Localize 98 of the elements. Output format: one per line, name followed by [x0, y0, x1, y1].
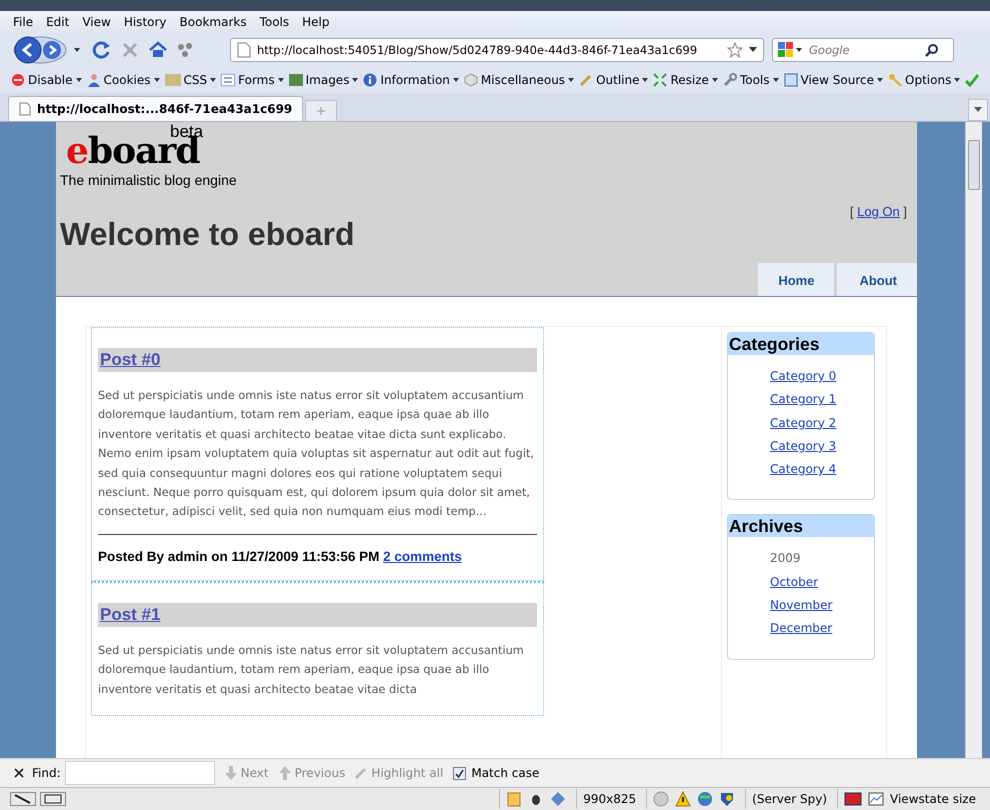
address-bar[interactable]: http://localhost:54051/Blog/Show/5d024789-940e-44d3-846f-71ea43a1c699: [230, 38, 764, 62]
checkbox[interactable]: [453, 766, 466, 780]
menu-item[interactable]: Edit: [46, 15, 70, 29]
sidebar-link[interactable]: December: [770, 621, 832, 636]
key-icon: [888, 73, 902, 87]
line-icon: [14, 794, 32, 804]
sidebar-link[interactable]: Category 2: [770, 416, 836, 430]
home-icon[interactable]: [148, 40, 168, 60]
sidebar-link[interactable]: Category 1: [770, 392, 836, 406]
down-arrow-icon: [224, 766, 237, 780]
search-icon[interactable]: [925, 43, 939, 57]
sidebar-link[interactable]: Category 3: [770, 438, 836, 453]
toolbar-menu-button[interactable]: Outline: [579, 73, 648, 87]
widget-title: Archives: [728, 515, 874, 538]
sidebar-link[interactable]: October: [770, 574, 818, 589]
sidebar-link[interactable]: Category 4: [770, 462, 836, 476]
caret-icon: [76, 78, 82, 82]
caret-icon: [772, 78, 778, 82]
chart-icon[interactable]: [868, 792, 884, 806]
star-icon[interactable]: [727, 42, 743, 58]
toolbar-menu-button[interactable]: Resize: [653, 73, 718, 87]
person-icon: [86, 73, 101, 87]
plus-icon: [316, 106, 326, 116]
search-engine-icon[interactable]: [777, 41, 803, 59]
caret-icon: [877, 78, 884, 82]
scrollbar[interactable]: [965, 122, 982, 758]
post-byline: Posted By admin on 11/27/2009 11:53:56 PM 2 comments: [98, 548, 463, 564]
line-tool-button[interactable]: [10, 792, 36, 806]
caret-icon: [568, 78, 574, 82]
post-title-link[interactable]: Post #0: [100, 350, 160, 369]
cube-icon: [464, 73, 478, 87]
toolbar-menu-button[interactable]: Tools: [722, 73, 778, 87]
menu-item[interactable]: History: [124, 15, 167, 29]
caret-icon: [452, 78, 459, 82]
login-text: [ Log On ]: [850, 204, 907, 219]
menu-item[interactable]: Help: [302, 15, 330, 29]
caret-icon: [278, 78, 284, 82]
caret-icon: [712, 78, 718, 82]
toolbar-menu-button[interactable]: CSS: [164, 73, 216, 87]
menu-item[interactable]: Tools: [260, 15, 290, 29]
server-spy-text[interactable]: (Server Spy): [745, 789, 834, 809]
page-icon: [237, 42, 251, 58]
form-icon: [221, 74, 236, 86]
post-excerpt: Sed ut perspiciatis unde omnis iste natus error sit voluptatem accusantium doloremque laudantium, totam rem aperiam, eaque ipsa quae ab illo inventore veritatis et quasi architecto beatae vitae dicta sunt explicabo. Nemo enim ipsam voluptatem quia voluptas sit aspernatur aut odit aut fugit, sed quia consequuntur magni dolores eos qui ratione voluptatem sequi nesciunt. Neque porro quisquam est, qui dolorem ipsum quia dolor sit amet, consectetur, adipisci velit, sed quia non numquam eius modi temp...: [98, 388, 535, 520]
search-field[interactable]: Google: [772, 38, 954, 62]
sidebar-link[interactable]: November: [770, 598, 832, 612]
marker-icon: [355, 767, 368, 779]
widget-title: Categories: [728, 333, 874, 355]
caret-icon[interactable]: [749, 47, 757, 53]
toolbar-menu-button[interactable]: View Source: [784, 73, 884, 87]
page-icon: [19, 102, 31, 116]
caret-icon: [210, 78, 216, 82]
caret-icon: [954, 78, 960, 82]
reload-icon[interactable]: [92, 40, 112, 60]
window-size-text: 990x825: [576, 789, 642, 809]
menu-item[interactable]: View: [82, 15, 111, 29]
toolbar-menu-button[interactable]: Miscellaneous: [464, 73, 574, 87]
caret-icon: [642, 78, 648, 82]
toolbar-menu-button[interactable]: Information: [363, 73, 459, 87]
post-excerpt: Sed ut perspiciatis unde omnis iste natus error sit voluptatem accusantium doloremque laudantium, totam rem aperiam, eaque ipsa quae ab illo inventore veritatis et quasi architecto beatae vitae dicta: [98, 642, 525, 698]
wrench-icon: [722, 73, 737, 87]
browser-tab[interactable]: http://localhost:...846f-71ea43a1c699: [8, 96, 304, 121]
site-heading: Welcome to eboard: [60, 216, 355, 253]
nav-tab[interactable]: Home: [758, 263, 834, 296]
toolbar-menu-button[interactable]: Images: [288, 73, 358, 87]
close-icon[interactable]: [14, 768, 24, 778]
pencil-icon: [579, 73, 594, 87]
toolbar-menu-button[interactable]: Options: [888, 73, 960, 87]
sidebar-link[interactable]: Category 0: [770, 369, 836, 383]
menu-item[interactable]: Bookmarks: [180, 15, 247, 29]
toolbar-menu-button[interactable]: Disable: [11, 73, 82, 87]
caret-icon: [352, 78, 358, 82]
up-arrow-icon: [278, 766, 291, 780]
checkmark-icon[interactable]: [965, 73, 980, 87]
ruler-icon: [44, 794, 62, 804]
caret-icon: [974, 107, 982, 113]
post-title-link[interactable]: Post #1: [100, 604, 160, 624]
shield-icon[interactable]: [719, 791, 736, 807]
viewstate-size-text[interactable]: Viewstate size: [890, 792, 976, 806]
nav-tab[interactable]: About: [837, 263, 917, 296]
ruler-button[interactable]: [40, 792, 66, 806]
tagline: The minimalistic blog engine: [60, 172, 238, 188]
find-field[interactable]: [64, 761, 215, 785]
find-label: Find:: [32, 766, 61, 780]
caret-icon: [154, 78, 160, 82]
diamond-icon[interactable]: [550, 791, 566, 807]
tab-list-button[interactable]: [968, 99, 988, 121]
info-icon: [363, 73, 378, 87]
comments-link[interactable]: 2 comments: [383, 548, 462, 564]
resize-icon: [653, 73, 668, 87]
toolbar-menu-button[interactable]: Cookies: [86, 73, 160, 87]
archive-year: 2009: [770, 551, 801, 566]
menu-item[interactable]: File: [13, 15, 34, 29]
warning-icon[interactable]: [675, 791, 692, 807]
match-case-checkbox[interactable]: Match case: [453, 766, 540, 780]
log-on-link[interactable]: Log On: [857, 204, 900, 219]
toolbar-menu-button[interactable]: Forms: [221, 73, 284, 87]
no-entry-icon: [11, 73, 25, 87]
